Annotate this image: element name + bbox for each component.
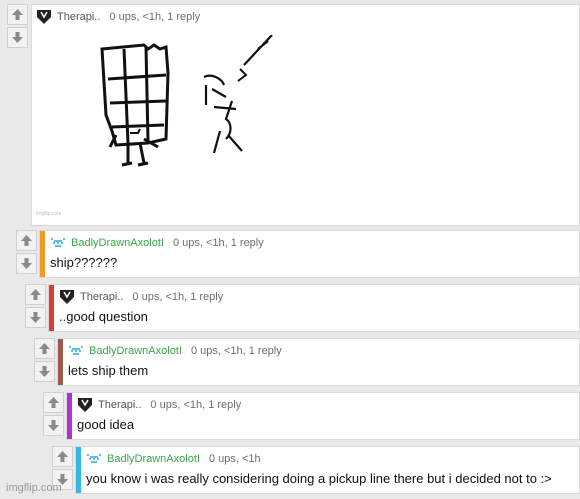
comment-panel: BadlyDrawnAxolotI 0 ups, <1h, 1 reply sh… bbox=[39, 230, 580, 278]
comment-5: BadlyDrawnAxolotI 0 ups, <1h you know i … bbox=[52, 446, 580, 494]
comment-panel: BadlyDrawnAxolotI 0 ups, <1h, 1 reply le… bbox=[57, 338, 580, 386]
thread-bar bbox=[49, 285, 54, 331]
comment-meta: 0 ups, <1h, 1 reply bbox=[172, 237, 264, 249]
shield-avatar-icon bbox=[37, 10, 51, 24]
comment-4: Therapi.. 0 ups, <1h, 1 reply good idea bbox=[43, 392, 580, 440]
arrow-up-icon bbox=[39, 343, 50, 354]
arrow-down-icon bbox=[30, 312, 41, 323]
arrow-up-icon bbox=[21, 235, 32, 246]
comment-meta: 0 ups, <1h, 1 reply bbox=[132, 291, 224, 303]
arrow-up-icon bbox=[12, 9, 23, 20]
upvote-button[interactable] bbox=[25, 284, 46, 305]
comment-meta: 0 ups, <1h, 1 reply bbox=[150, 399, 242, 411]
arrow-up-icon bbox=[30, 289, 41, 300]
comment-text: ship?????? bbox=[50, 255, 118, 270]
svg-text:imgflip.com: imgflip.com bbox=[36, 211, 61, 217]
comment-meta: 0 ups, <1h, 1 reply bbox=[190, 345, 282, 357]
arrow-down-icon bbox=[12, 32, 23, 43]
comment-2: Therapi.. 0 ups, <1h, 1 reply ..good que… bbox=[25, 284, 580, 332]
arrow-down-icon bbox=[21, 258, 32, 269]
pixel-axolotl-icon bbox=[51, 238, 65, 247]
comment-meta: 0 ups, <1h, 1 reply bbox=[109, 11, 201, 23]
imgflip-watermark: imgflip.com bbox=[6, 482, 62, 494]
thread-bar bbox=[76, 447, 81, 493]
shield-avatar-icon bbox=[78, 398, 92, 412]
comment-1: BadlyDrawnAxolotI 0 ups, <1h, 1 reply sh… bbox=[16, 230, 580, 278]
upvote-button[interactable] bbox=[34, 338, 55, 359]
comment-header: Therapi.. 0 ups, <1h, 1 reply bbox=[36, 9, 200, 25]
comment-header: BadlyDrawnAxolotI 0 ups, <1h, 1 reply bbox=[50, 235, 264, 251]
comment-image[interactable]: imgflip.com bbox=[36, 34, 286, 221]
username[interactable]: BadlyDrawnAxolotI bbox=[71, 237, 164, 249]
pixel-axolotl-icon bbox=[87, 454, 101, 463]
upvote-button[interactable] bbox=[7, 4, 28, 25]
arrow-up-icon bbox=[57, 451, 68, 462]
comment-header: BadlyDrawnAxolotI 0 ups, <1h bbox=[86, 451, 261, 467]
thread-bar bbox=[58, 339, 63, 385]
username[interactable]: Therapi.. bbox=[57, 11, 100, 23]
username[interactable]: BadlyDrawnAxolotI bbox=[89, 345, 182, 357]
upvote-button[interactable] bbox=[43, 392, 64, 413]
comment-meta: 0 ups, <1h bbox=[208, 453, 261, 465]
comment-panel: Therapi.. 0 ups, <1h, 1 reply good idea bbox=[66, 392, 580, 440]
comment-text: ..good question bbox=[59, 309, 148, 324]
pixel-axolotl-icon bbox=[69, 346, 83, 355]
username[interactable]: Therapi.. bbox=[80, 291, 123, 303]
shield-avatar-icon bbox=[60, 290, 74, 304]
vote-controls bbox=[25, 284, 48, 328]
comment-header: Therapi.. 0 ups, <1h, 1 reply bbox=[77, 397, 241, 413]
vote-controls bbox=[16, 230, 39, 274]
downvote-button[interactable] bbox=[16, 253, 37, 274]
chocolate-drawing: imgflip.com bbox=[36, 34, 273, 217]
comment-text: good idea bbox=[77, 417, 135, 432]
comment-header: BadlyDrawnAxolotI 0 ups, <1h, 1 reply bbox=[68, 343, 282, 359]
arrow-up-icon bbox=[48, 397, 59, 408]
vote-controls bbox=[7, 4, 30, 48]
comment-3: BadlyDrawnAxolotI 0 ups, <1h, 1 reply le… bbox=[34, 338, 580, 386]
downvote-button[interactable] bbox=[7, 27, 28, 48]
comment-text: lets ship them bbox=[68, 363, 149, 378]
comment-panel: Therapi.. 0 ups, <1h, 1 reply imgflip.co… bbox=[31, 4, 580, 226]
comment-panel: BadlyDrawnAxolotI 0 ups, <1h you know i … bbox=[75, 446, 580, 494]
downvote-button[interactable] bbox=[34, 361, 55, 382]
username[interactable]: BadlyDrawnAxolotI bbox=[107, 453, 200, 465]
comment-panel: Therapi.. 0 ups, <1h, 1 reply ..good que… bbox=[48, 284, 580, 332]
username[interactable]: Therapi.. bbox=[98, 399, 141, 411]
thread-bar bbox=[40, 231, 45, 277]
vote-controls bbox=[34, 338, 57, 382]
comment-header: Therapi.. 0 ups, <1h, 1 reply bbox=[59, 289, 223, 305]
vote-controls bbox=[43, 392, 66, 436]
thread-bar bbox=[67, 393, 72, 439]
downvote-button[interactable] bbox=[43, 415, 64, 436]
arrow-down-icon bbox=[48, 420, 59, 431]
upvote-button[interactable] bbox=[16, 230, 37, 251]
upvote-button[interactable] bbox=[52, 446, 73, 467]
arrow-down-icon bbox=[39, 366, 50, 377]
comment-0: Therapi.. 0 ups, <1h, 1 reply imgflip.co… bbox=[7, 4, 580, 226]
comment-text: you know i was really considering doing … bbox=[86, 471, 552, 486]
downvote-button[interactable] bbox=[25, 307, 46, 328]
